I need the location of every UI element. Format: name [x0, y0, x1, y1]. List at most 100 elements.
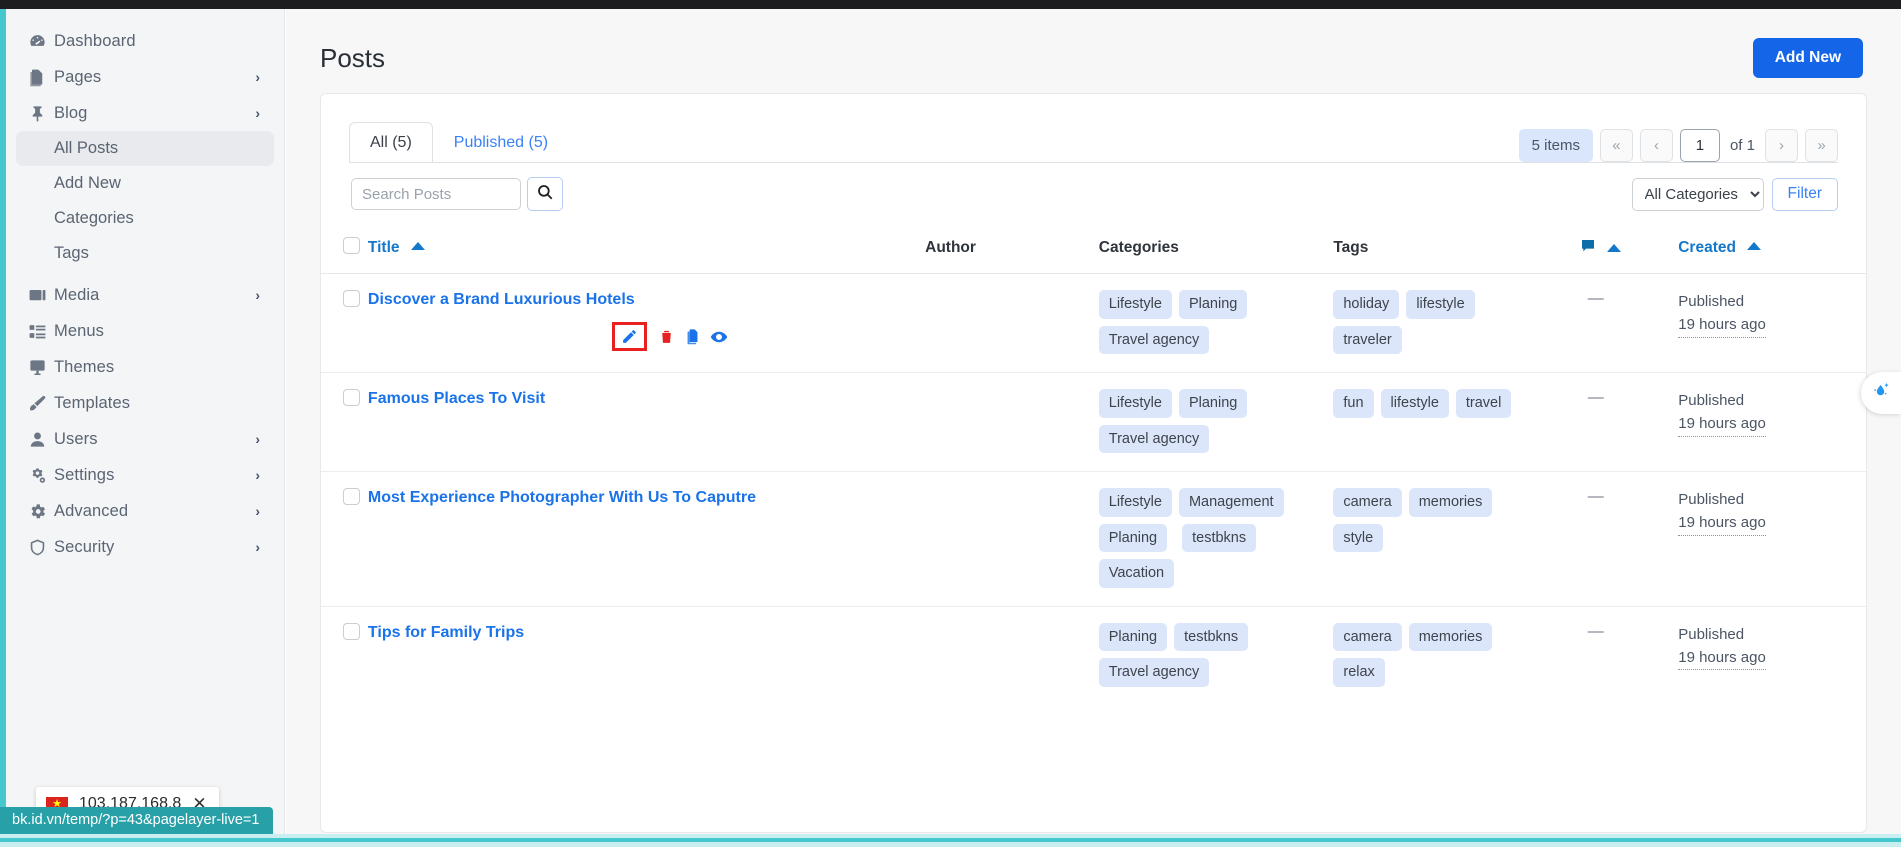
tag-pill[interactable]: relax [1333, 658, 1385, 687]
tag-pill[interactable]: lifestyle [1380, 389, 1449, 418]
category-pill[interactable]: Planing [1178, 389, 1248, 418]
chevron-right-icon: › [255, 431, 260, 447]
row-title-cell: Discover a Brand Luxurious Hotels [367, 273, 926, 373]
sidebar-item-all-posts[interactable]: All Posts [16, 131, 274, 166]
category-pill[interactable]: Lifestyle [1098, 389, 1172, 418]
select-all-checkbox[interactable] [343, 237, 360, 254]
category-pill[interactable]: Travel agency [1098, 325, 1210, 354]
page-number-input[interactable] [1679, 129, 1720, 162]
category-pill[interactable]: Planing [1098, 523, 1168, 552]
user-icon [28, 430, 54, 449]
pages-icon [28, 68, 54, 87]
tag-pill[interactable]: fun [1333, 389, 1374, 418]
category-pill[interactable]: Vacation [1098, 559, 1175, 588]
edit-icon[interactable] [611, 322, 647, 351]
sort-title-link[interactable]: Title [368, 239, 400, 256]
sidebar-item-pages[interactable]: Pages › [16, 59, 274, 95]
filter-group: All Categories Filter [1631, 177, 1838, 211]
comment-count: — [1587, 622, 1604, 640]
water-drop-sparkle-icon [1870, 380, 1892, 407]
sidebar-item-add-new[interactable]: Add New [16, 166, 274, 201]
assistant-float-button[interactable] [1861, 372, 1901, 414]
sidebar-item-categories[interactable]: Categories [16, 201, 274, 236]
sidebar-item-blog[interactable]: Blog › [16, 95, 274, 131]
sidebar-item-users[interactable]: Users › [16, 421, 274, 457]
category-pill[interactable]: Lifestyle [1098, 290, 1172, 319]
column-created: Created [1678, 227, 1866, 274]
chevron-right-icon: › [255, 105, 260, 121]
post-status: Published [1678, 491, 1745, 508]
category-pill[interactable]: Management [1178, 488, 1284, 517]
category-pill[interactable]: Travel agency [1098, 658, 1210, 687]
duplicate-icon[interactable] [684, 328, 701, 345]
tag-pill[interactable]: style [1333, 523, 1384, 552]
add-new-button[interactable]: Add New [1752, 38, 1863, 78]
sidebar-item-dashboard[interactable]: Dashboard [16, 23, 274, 59]
sidebar-item-menus[interactable]: Menus [16, 313, 274, 349]
sort-created-link[interactable]: Created [1678, 239, 1736, 256]
sort-ascending-icon[interactable] [410, 242, 425, 250]
comment-icon[interactable] [1580, 239, 1600, 258]
tag-pill[interactable]: memories [1408, 488, 1493, 517]
row-tags-cell: camera memories relax [1333, 606, 1579, 705]
post-status: Published [1678, 625, 1745, 643]
sidebar-item-themes[interactable]: Themes [16, 349, 274, 385]
select-all-header [321, 227, 368, 274]
tag-pill[interactable]: travel [1455, 389, 1512, 418]
tab-published[interactable]: Published (5) [433, 122, 569, 163]
preview-icon[interactable] [710, 328, 728, 346]
sort-comments-ascending-icon[interactable] [1607, 243, 1622, 252]
column-comments [1579, 227, 1679, 274]
row-checkbox[interactable] [343, 622, 360, 640]
sort-created-ascending-icon[interactable] [1747, 242, 1762, 250]
search-button[interactable] [527, 177, 563, 211]
chevron-right-icon: › [255, 287, 260, 303]
tab-all[interactable]: All (5) [349, 122, 433, 163]
category-pill[interactable]: testbkns [1174, 622, 1249, 651]
filter-button[interactable]: Filter [1771, 177, 1838, 211]
row-select-cell [321, 606, 368, 705]
sidebar-item-tags[interactable]: Tags [16, 236, 274, 271]
tag-pill[interactable]: lifestyle [1406, 290, 1475, 319]
dashboard-icon [28, 32, 54, 51]
post-title-link[interactable]: Most Experience Photographer With Us To … [368, 488, 756, 507]
next-page-button[interactable]: › [1765, 129, 1798, 162]
table-row: Most Experience Photographer With Us To … [321, 471, 1866, 607]
tag-pill[interactable]: camera [1333, 622, 1402, 651]
post-title-link[interactable]: Discover a Brand Luxurious Hotels [368, 290, 635, 309]
post-title-link[interactable]: Famous Places To Visit [368, 389, 545, 408]
category-pill[interactable]: Lifestyle [1098, 488, 1172, 517]
sidebar-item-settings[interactable]: Settings › [16, 457, 274, 493]
category-pill[interactable]: Planing [1098, 622, 1168, 651]
row-checkbox[interactable] [343, 389, 360, 406]
category-pill[interactable]: Travel agency [1098, 424, 1210, 453]
tag-pill[interactable]: traveler [1333, 325, 1402, 354]
tag-pill[interactable]: holiday [1333, 290, 1400, 319]
tag-pill[interactable]: camera [1333, 488, 1402, 517]
prev-page-button[interactable]: ‹ [1639, 129, 1673, 162]
category-select[interactable]: All Categories [1631, 177, 1764, 211]
sidebar-item-templates[interactable]: Templates [16, 385, 274, 421]
tag-pill[interactable]: memories [1408, 622, 1493, 651]
row-checkbox[interactable] [343, 290, 360, 307]
category-pill[interactable]: Planing [1178, 290, 1248, 319]
sidebar-item-media[interactable]: Media › [16, 277, 274, 313]
first-page-button[interactable]: « [1599, 129, 1633, 162]
app-root: Dashboard Pages › Blog › All Posts Add N… [0, 0, 1901, 847]
row-checkbox[interactable] [343, 488, 360, 505]
table-header: Title Author Categories Tags Created [321, 227, 1866, 274]
row-created-cell: Published 19 hours ago [1678, 273, 1866, 373]
sidebar-item-advanced[interactable]: Advanced › [16, 493, 274, 529]
sidebar-item-label: Dashboard [54, 31, 136, 50]
post-title-link[interactable]: Tips for Family Trips [368, 623, 524, 642]
row-tags-cell: camera memories style [1333, 471, 1580, 607]
column-categories: Categories [1098, 227, 1334, 274]
last-page-button[interactable]: » [1805, 129, 1838, 162]
search-input[interactable] [351, 178, 521, 210]
delete-icon[interactable] [658, 328, 675, 345]
page-title: Posts [320, 42, 386, 73]
category-pill[interactable]: testbkns [1182, 523, 1257, 552]
row-action-bar [368, 322, 925, 351]
sidebar-item-security[interactable]: Security › [16, 529, 274, 565]
post-status: Published [1678, 392, 1745, 409]
